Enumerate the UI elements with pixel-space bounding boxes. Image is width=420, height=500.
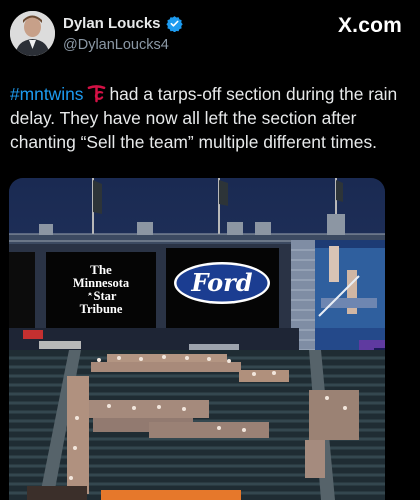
hashtag-link[interactable]: #mntwins: [10, 84, 83, 104]
verified-badge-icon: [165, 15, 183, 33]
stadium-photo[interactable]: The Minnesota Star Tribune Ford: [9, 178, 385, 500]
x-logo-icon[interactable]: X.com: [338, 14, 402, 38]
ad-banner: [101, 490, 241, 500]
post-header: Dylan Loucks @DylanLoucks4 X.com: [0, 0, 420, 72]
author-handle[interactable]: @DylanLoucks4: [63, 37, 169, 53]
author-display-name[interactable]: Dylan Loucks: [63, 15, 161, 32]
star-tribune-line1: The: [90, 262, 112, 277]
star-tribune-line3: Star: [94, 289, 117, 303]
twins-tc-logo-icon: [87, 84, 106, 103]
star-tribune-board: The Minnesota Star Tribune: [46, 252, 156, 330]
profile-avatar-icon[interactable]: [10, 11, 55, 56]
ford-logo-text: Ford: [190, 268, 252, 297]
ford-board: Ford: [166, 248, 279, 332]
star-tribune-line2: Minnesota: [73, 276, 130, 290]
star-tribune-line4: Tribune: [80, 302, 123, 316]
post-body: #mntwins had a tarps-off section during …: [10, 82, 410, 154]
